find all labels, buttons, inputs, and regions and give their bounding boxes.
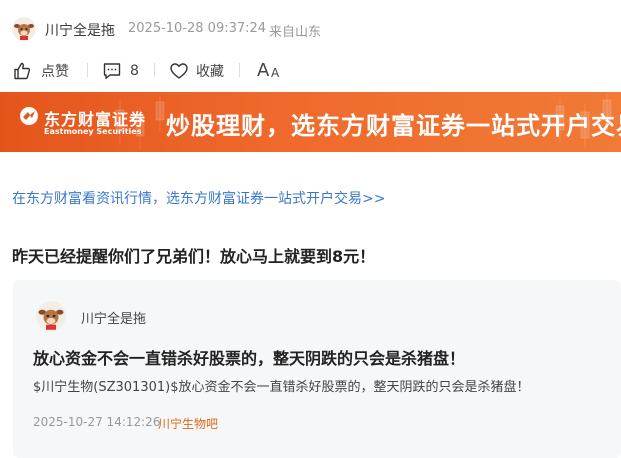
like-button[interactable]: 点赞 — [12, 58, 69, 84]
quoted-post-card[interactable]: 川宁全是拖 放心资金不会一直错杀好股票的，整天阴跌的只会是杀猪盘！ $川宁生物(… — [13, 280, 621, 458]
comment-icon — [102, 61, 122, 81]
quoted-author-avatar[interactable] — [36, 301, 66, 331]
author-avatar[interactable] — [12, 17, 36, 41]
heart-icon — [169, 61, 189, 81]
brand-name-en: Eastmoney Securities — [44, 127, 142, 136]
promo-banner[interactable]: 东方财富证券 Eastmoney Securities 炒股理财，选东方财富证券… — [0, 92, 621, 152]
banner-slogan: 炒股理财，选东方财富证券一站式开户交易 — [166, 112, 621, 140]
collect-label: 收藏 — [196, 64, 224, 80]
divider — [87, 63, 88, 77]
font-size-icon: A A AA — [257, 60, 280, 81]
font-size-button[interactable]: A A AA — [257, 58, 283, 84]
post-header: 川宁全是拖 2025-10-28 09:37:24 来自山东 — [0, 0, 621, 58]
post-text: 昨天已经提醒你们了兄弟们！放心马上就要到8元！ — [12, 247, 376, 266]
quoted-body: $川宁生物(SZ301301)$放心资金不会一直错杀好股票的，整天阴跌的只会是杀… — [33, 380, 530, 395]
thumbs-up-icon — [12, 61, 32, 81]
quoted-title[interactable]: 放心资金不会一直错杀好股票的，整天阴跌的只会是杀猪盘！ — [33, 345, 465, 369]
comment-button[interactable]: 8 — [102, 58, 139, 84]
post-time: 2025-10-28 09:37:24 — [128, 21, 267, 36]
quoted-time: 2025-10-27 14:12:26 — [33, 415, 161, 429]
author-name[interactable]: 川宁全是拖 — [45, 20, 115, 40]
divider — [154, 63, 155, 77]
post-location: 来自山东 — [269, 25, 322, 40]
comment-count: 8 — [130, 63, 139, 79]
action-bar: 点赞 8 收藏 A A AA — [0, 58, 621, 84]
divider — [239, 63, 240, 77]
brand-logo-icon — [19, 106, 39, 126]
promo-link[interactable]: 在东方财富看资讯行情，选东方财富证券一站式开户交易>> — [12, 188, 385, 208]
collect-button[interactable]: 收藏 — [169, 58, 224, 84]
stock-bar-link[interactable]: 川宁生物吧 — [158, 415, 218, 432]
quoted-author-name[interactable]: 川宁全是拖 — [81, 308, 146, 327]
like-label: 点赞 — [41, 64, 69, 80]
